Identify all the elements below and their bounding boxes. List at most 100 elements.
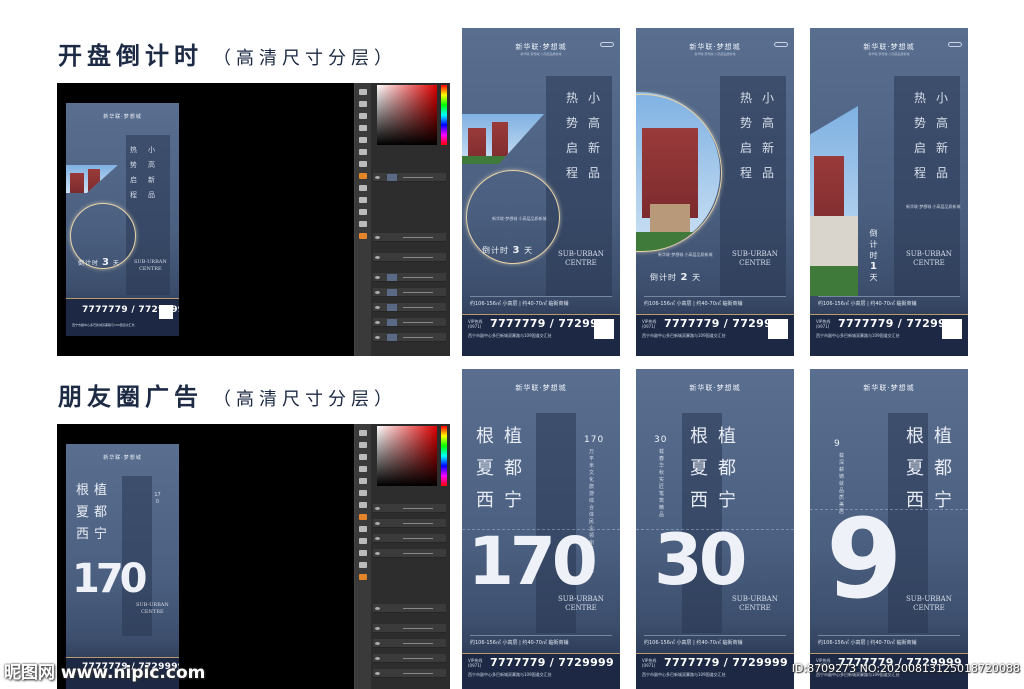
zoom-tool-icon[interactable]: [359, 562, 367, 568]
text-tool-icon[interactable]: [359, 173, 367, 179]
watermark-id: ID:8709273 NO:20200813125018720088: [791, 662, 1020, 675]
countdown-poster-3: 新华联·梦想城 新华联·梦想城 小高层品质新城 热势启程 小高新品 新华联·梦想…: [462, 28, 620, 356]
suburban-text: SUB-URBAN CENTRE: [906, 250, 952, 267]
hue-slider[interactable]: [441, 85, 447, 145]
qr-code: [942, 319, 962, 339]
big-number: 170: [72, 556, 147, 602]
preview-poster-countdown: 新华联·梦想城 热势启程 小高新品 倒计时 3 天 SUB-URBAN CENTR…: [66, 103, 179, 336]
side-number: 170: [154, 492, 161, 505]
phone-number: 7777779 / 7729999: [490, 656, 614, 669]
ad-headline: 根植夏都西宁: [76, 483, 113, 542]
gradient-tool-icon[interactable]: [359, 161, 367, 167]
suburban-text: SUB-URBAN CENTRE: [558, 595, 604, 612]
text-tool-icon[interactable]: [359, 514, 367, 520]
layer-row[interactable]: [373, 173, 446, 182]
marquee-tool-icon[interactable]: [359, 101, 367, 107]
color-swatch-icon[interactable]: [359, 233, 367, 239]
hue-slider[interactable]: [441, 426, 447, 486]
poster-logo: 新华联·梦想城: [689, 43, 741, 51]
brush-tool-icon[interactable]: [359, 478, 367, 484]
slogan-col: 热势启程: [740, 91, 755, 180]
big-number: 170: [468, 523, 598, 600]
side-number: 30: [654, 435, 668, 445]
qr-code: [768, 319, 788, 339]
address: 西宁市副中心多巴新城双寨路与109国道交汇处: [468, 672, 552, 677]
poster-footer: VIP热线 (0971) 7777779 / 7729999 西宁市副中心多巴新城…: [636, 653, 794, 689]
layer-row[interactable]: [373, 303, 446, 312]
lasso-tool-icon[interactable]: [359, 454, 367, 460]
layer-row[interactable]: [373, 624, 446, 633]
layer-row[interactable]: [373, 549, 446, 558]
poster-footer: VIP热线 (0971) 7777779 / 7729999 西宁市副中心多巴新城…: [462, 314, 620, 356]
layer-row[interactable]: [373, 654, 446, 663]
pen-tool-icon[interactable]: [359, 526, 367, 532]
poster-logo: 新华联·梦想城: [689, 384, 741, 392]
poster-footer: 7777779 / 7729999 西宁市副中心多巴新城双寨路与109国道交汇处: [66, 298, 179, 336]
specs-line: 约106-156㎡ 小高层 | 约40-70㎡ 临街商铺: [818, 635, 960, 646]
layer-row[interactable]: [373, 504, 446, 513]
preview-poster-ad: 新华联·梦想城 根植夏都西宁 170 170 SUB-URBAN CENTRE 7…: [66, 444, 179, 689]
slogan-col: 热势启程: [566, 91, 581, 180]
color-picker[interactable]: [377, 85, 437, 145]
ad-poster-170: 新华联·梦想城 根植夏都西宁 170 万平米文化旅游综合体 民企领衔 匠心造城 …: [462, 369, 620, 689]
eraser-tool-icon[interactable]: [359, 149, 367, 155]
eraser-tool-icon[interactable]: [359, 490, 367, 496]
suburban-text: SUB-URBAN CENTRE: [732, 595, 778, 612]
ad-headline: 根植夏都西宁: [906, 426, 962, 511]
shape-tool-icon[interactable]: [359, 197, 367, 203]
layer-row[interactable]: [373, 519, 446, 528]
marquee-tool-icon[interactable]: [359, 442, 367, 448]
photo-slice: [810, 106, 858, 296]
move-tool-icon[interactable]: [359, 89, 367, 95]
poster-footer: VIP热线 (0971) 7777779 / 7729999 西宁市副中心多巴新城…: [636, 314, 794, 356]
suburban-text: SUB-URBAN CENTRE: [558, 250, 604, 267]
layer-row[interactable]: [373, 318, 446, 327]
layer-row[interactable]: [373, 669, 446, 678]
layer-row[interactable]: [373, 288, 446, 297]
poster-tagline: 新华联·梦想城 小高层品质新城: [658, 252, 713, 257]
vip-label: VIP热线 (0971): [468, 658, 483, 668]
suburban-text: SUB-URBAN CENTRE: [906, 595, 952, 612]
countdown-poster-2: 新华联·梦想城 新华联·梦想城 小高层品质新城 热势启程 小高新品 新华联·梦想…: [636, 28, 794, 356]
layer-row[interactable]: [373, 233, 446, 242]
layer-row[interactable]: [373, 534, 446, 543]
layer-row[interactable]: [373, 604, 446, 613]
section-subtitle: （高清尺寸分层）: [213, 389, 397, 410]
move-tool-icon[interactable]: [359, 430, 367, 436]
shape-tool-icon[interactable]: [359, 538, 367, 544]
layer-row[interactable]: [373, 253, 446, 262]
color-swatch-icon[interactable]: [359, 574, 367, 580]
address: 西宁市副中心多巴新城双寨路与109国道交汇处: [72, 323, 135, 327]
crop-tool-icon[interactable]: [359, 125, 367, 131]
photoshop-screenshot-ad: 新华联·梦想城 根植夏都西宁 170 170 SUB-URBAN CENTRE 7…: [57, 424, 450, 689]
section-heading-moments-ad: 朋友圈广告 （高清尺寸分层）: [58, 377, 397, 412]
countdown-text: 倒计时 2 天: [650, 272, 702, 283]
zoom-tool-icon[interactable]: [359, 221, 367, 227]
hand-tool-icon[interactable]: [359, 209, 367, 215]
photo-slice: [66, 165, 118, 193]
brush-tool-icon[interactable]: [359, 137, 367, 143]
layer-row[interactable]: [373, 333, 446, 342]
poster-logo: 新华联·梦想城: [515, 43, 567, 51]
crop-tool-icon[interactable]: [359, 466, 367, 472]
address: 西宁市副中心多巴新城双寨路与109国道交汇处: [642, 672, 726, 677]
poster-tagline: 新华联·梦想城 小高层品质新城: [906, 204, 961, 209]
side-number: 9: [834, 439, 841, 449]
gradient-tool-icon[interactable]: [359, 502, 367, 508]
countdown-poster-1: 新华联·梦想城 新华联·梦想城 小高层品质新城 热势启程 小高新品 倒计时1天 …: [810, 28, 968, 356]
watermark-logo: 昵图网 www.nipic.com: [4, 663, 206, 683]
hand-tool-icon[interactable]: [359, 550, 367, 556]
color-picker[interactable]: [377, 426, 437, 486]
layer-row[interactable]: [373, 639, 446, 648]
ad-poster-30: 新华联·梦想城 30 载春华秋实 匠笔筑精品 根植夏都西宁 30 SUB-URB…: [636, 369, 794, 689]
poster-logo: 新华联·梦想城: [103, 114, 142, 120]
lasso-tool-icon[interactable]: [359, 113, 367, 119]
ps-panels: [354, 83, 450, 356]
suburban-text: SUB-URBAN CENTRE: [134, 259, 167, 272]
pen-tool-icon[interactable]: [359, 185, 367, 191]
layer-row[interactable]: [373, 273, 446, 282]
vip-label: VIP热线 (0971): [468, 319, 483, 329]
specs-line: 约106-156㎡ 小高层 | 约40-70㎡ 临街商铺: [470, 635, 612, 646]
slogan-col: 热势启程: [914, 91, 929, 180]
poster-logo: 新华联·梦想城: [103, 455, 142, 461]
